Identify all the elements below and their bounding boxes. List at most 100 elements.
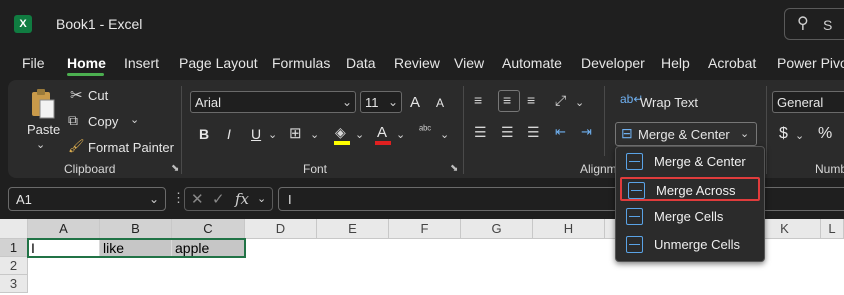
font-launcher-icon[interactable]: ⬊ [450,163,458,174]
grow-font-button[interactable]: A [410,94,420,111]
phonetic-icon[interactable]: ᵃᵇᶜ [419,124,431,136]
active-tab-indicator [67,73,104,76]
tab-developer[interactable]: Developer [581,55,645,71]
merge-center-label: Merge & Center [638,127,730,142]
row-header[interactable]: 2 [0,257,28,275]
align-left-icon[interactable]: ☰ [474,124,487,141]
number-format-select[interactable]: General [772,91,844,113]
orientation-icon[interactable]: ⤢ [555,92,566,109]
copy-dropdown-icon[interactable]: ⌄ [130,113,139,126]
unmerge-cells-icon [626,236,643,253]
search-icon: ⚲ [797,15,809,32]
row-header[interactable]: 3 [0,275,28,293]
search-box[interactable]: ⚲ S [784,8,844,40]
shrink-font-button[interactable]: A [436,96,444,110]
chevron-down-icon: ⌄ [387,95,398,109]
tab-acrobat[interactable]: Acrobat [708,55,756,71]
divider [181,86,182,174]
menu-item-merge-center[interactable]: Merge & Center [620,150,760,174]
underline-button[interactable]: U [251,126,261,142]
tab-data[interactable]: Data [346,55,376,71]
format-painter-icon: 🖌 [68,138,85,153]
column-header[interactable]: L [821,219,844,239]
font-size-value: 11 [365,95,379,110]
alignment-group-label: Alignm [580,162,617,176]
tab-home[interactable]: Home [67,55,106,71]
select-all-corner[interactable] [0,219,28,239]
menu-item-label: Unmerge Cells [654,237,740,252]
row-header[interactable]: 1 [0,239,28,257]
tab-automate[interactable]: Automate [502,55,562,71]
cancel-icon[interactable]: ✕ [191,190,204,208]
enter-icon[interactable]: ✓ [212,190,225,208]
insert-function-button[interactable]: fx [235,190,249,208]
menu-item-label: Merge Across [656,183,736,198]
selection-range [27,238,246,258]
currency-dropdown-icon[interactable]: ⌄ [795,129,804,142]
align-right-icon[interactable]: ☰ [527,124,540,141]
decrease-indent-icon[interactable]: ⇤ [555,124,566,140]
chevron-down-icon: ⌄ [341,95,352,109]
merge-across-icon [628,182,645,199]
merge-center-icon [626,153,643,170]
divider [766,86,767,174]
merge-center-button[interactable]: ⊟ Merge & Center ⌄ [615,122,757,146]
font-color-button[interactable]: A [377,124,387,141]
search-label: S [823,17,833,33]
column-header[interactable]: D [245,219,317,239]
paste-dropdown-icon[interactable]: ⌄ [36,138,45,151]
tab-page-layout[interactable]: Page Layout [179,55,258,71]
clipboard-launcher-icon[interactable]: ⬊ [171,163,179,174]
percent-button[interactable]: % [818,125,832,143]
tab-insert[interactable]: Insert [124,55,159,71]
middle-align-button[interactable]: ≡ [498,90,520,112]
align-center-icon[interactable]: ☰ [501,124,514,141]
column-header[interactable]: F [389,219,461,239]
borders-icon[interactable]: ⊞ [289,124,302,142]
window-title: Book1 - Excel [56,16,143,32]
menu-item-unmerge-cells[interactable]: Unmerge Cells [620,233,760,257]
paste-button[interactable]: Paste [27,122,60,137]
tab-power-pivot[interactable]: Power Pivot [777,55,844,71]
bold-button[interactable]: B [199,126,209,142]
wrap-text-button[interactable]: Wrap Text [640,95,698,110]
top-align-icon[interactable]: ≡ [474,92,482,108]
column-header[interactable]: C [172,219,245,239]
menu-item-label: Merge Cells [654,209,724,224]
font-name-select[interactable]: Arial ⌄ [190,91,356,113]
column-header[interactable]: B [100,219,172,239]
tab-review[interactable]: Review [394,55,440,71]
number-format-value: General [777,95,824,110]
merge-cells-icon [626,208,643,225]
formula-value: I [288,192,292,207]
menu-item-merge-across[interactable]: Merge Across [620,177,760,201]
phonetic-dropdown-icon[interactable]: ⌄ [440,128,449,141]
fill-dropdown-icon[interactable]: ⌄ [355,128,364,141]
column-header[interactable]: A [28,219,100,239]
format-painter-button[interactable]: Format Painter [88,140,174,155]
increase-indent-icon[interactable]: ⇥ [581,124,592,140]
column-header[interactable]: E [317,219,389,239]
tab-formulas[interactable]: Formulas [272,55,330,71]
tab-view[interactable]: View [454,55,484,71]
chevron-down-icon: ⌄ [257,193,267,205]
font-color-dropdown-icon[interactable]: ⌄ [396,128,405,141]
underline-dropdown-icon[interactable]: ⌄ [268,128,277,141]
copy-button[interactable]: Copy [88,114,118,129]
orientation-dropdown-icon[interactable]: ⌄ [575,96,584,109]
paste-icon [28,88,56,120]
column-header[interactable]: G [461,219,533,239]
tab-file[interactable]: File [22,55,45,71]
cut-button[interactable]: Cut [88,88,108,103]
column-header[interactable]: H [533,219,605,239]
italic-button[interactable]: I [227,126,231,142]
clipboard-group-label: Clipboard [64,162,116,176]
currency-button[interactable]: $ [779,125,788,143]
menu-item-merge-cells[interactable]: Merge Cells [620,205,760,229]
font-size-select[interactable]: 11 ⌄ [360,91,402,113]
fill-color-icon[interactable]: ◈ [335,124,346,141]
tab-help[interactable]: Help [661,55,690,71]
borders-dropdown-icon[interactable]: ⌄ [310,128,319,141]
bottom-align-icon[interactable]: ≡ [527,92,535,108]
name-box[interactable]: A1 ⌄ [8,187,166,211]
